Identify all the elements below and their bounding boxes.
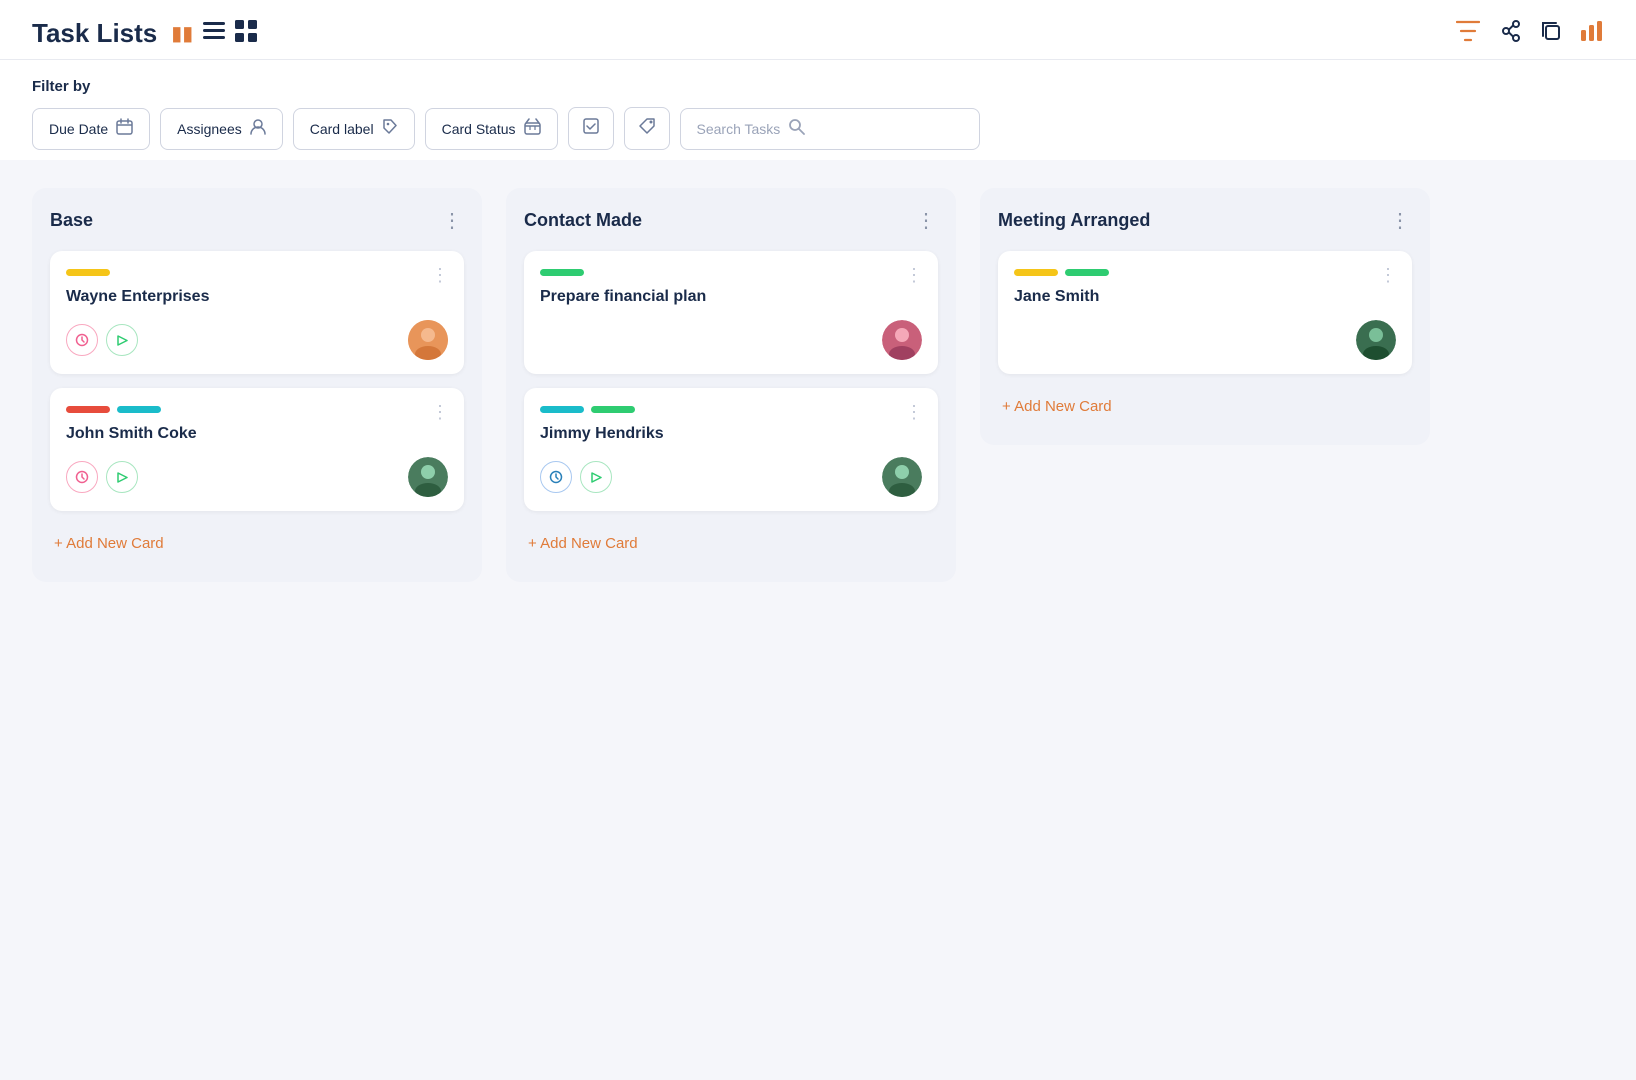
column-base-menu[interactable]: ⋮ [442,208,464,233]
card-status-filter[interactable]: Card Status [425,108,558,150]
card-financial-footer [540,320,922,360]
tag-green3 [1065,269,1109,276]
column-contact-made-title: Contact Made [524,210,642,231]
card-wayne: ⋮ Wayne Enterprises [50,251,464,374]
card-financial: ⋮ Prepare financial plan [524,251,938,374]
card-financial-menu[interactable]: ⋮ [905,265,924,286]
board-view-icon[interactable]: ▮▮ [171,21,193,46]
card-jimmy-actions [540,461,612,493]
column-base-title: Base [50,210,93,231]
column-meeting-arranged-title: Meeting Arranged [998,210,1150,231]
card-jimmy-clock-btn[interactable] [540,461,572,493]
grid-view-icon[interactable] [235,20,257,48]
card-label-filter[interactable]: Card label [293,108,415,150]
calendar-icon [116,118,133,140]
card-financial-title: Prepare financial plan [540,288,922,306]
tag-cyan [117,406,161,413]
card-status-label: Card Status [442,121,516,137]
filter-icon[interactable] [1456,20,1480,48]
card-jane-tags [1014,269,1396,276]
card-wayne-play-btn[interactable] [106,324,138,356]
due-date-label: Due Date [49,121,108,137]
tag-filter[interactable] [624,107,670,150]
card-jimmy-footer [540,457,922,497]
header-view-icons: ▮▮ [171,20,257,48]
card-john-clock-btn[interactable] [66,461,98,493]
tag-yellow [66,269,110,276]
card-john-footer [66,457,448,497]
due-date-filter[interactable]: Due Date [32,108,150,150]
board: Base ⋮ ⋮ Wayne Enterprises [0,160,1636,610]
column-contact-made: Contact Made ⋮ ⋮ Prepare financial plan [506,188,956,582]
card-john-menu[interactable]: ⋮ [431,402,450,423]
card-john-play-btn[interactable] [106,461,138,493]
card-wayne-tags [66,269,448,276]
card-jane-avatar [1356,320,1396,360]
meeting-arranged-add-card-btn[interactable]: + Add New Card [998,388,1412,425]
card-jimmy-title: Jimmy Hendriks [540,425,922,443]
search-tasks-label: Search Tasks [697,121,781,137]
card-jane-title: Jane Smith [1014,288,1396,306]
column-contact-made-header: Contact Made ⋮ [524,208,938,233]
tag-green [540,269,584,276]
column-meeting-arranged-menu[interactable]: ⋮ [1390,208,1412,233]
card-john-avatar [408,457,448,497]
contact-made-add-card-btn[interactable]: + Add New Card [524,525,938,562]
box-icon [524,118,541,140]
card-wayne-title: Wayne Enterprises [66,288,448,306]
card-wayne-menu[interactable]: ⋮ [431,265,450,286]
card-jane-menu[interactable]: ⋮ [1379,265,1398,286]
check-icon [582,117,600,140]
header: Task Lists ▮▮ [0,0,1636,60]
copy-icon[interactable] [1540,20,1562,48]
column-base: Base ⋮ ⋮ Wayne Enterprises [32,188,482,582]
tag-yellow2 [1014,269,1058,276]
column-meeting-arranged: Meeting Arranged ⋮ ⋮ Jane Smith [980,188,1430,445]
filter-section: Filter by Due Date Assignees [0,60,1636,160]
base-add-card-btn[interactable]: + Add New Card [50,525,464,562]
search-icon [788,118,805,140]
card-label-label: Card label [310,121,374,137]
column-base-header: Base ⋮ [50,208,464,233]
page-title: Task Lists [32,18,157,49]
card-jane: ⋮ Jane Smith [998,251,1412,374]
person-icon [250,118,266,140]
filter-label: Filter by [32,78,1604,95]
card-wayne-footer [66,320,448,360]
label-icon [382,118,398,140]
filter-bar: Due Date Assignees Card labe [32,107,1604,150]
assignees-label: Assignees [177,121,242,137]
card-jimmy-play-btn[interactable] [580,461,612,493]
list-view-icon[interactable] [203,22,225,45]
card-john-actions [66,461,138,493]
header-left: Task Lists ▮▮ [32,18,257,49]
assignees-filter[interactable]: Assignees [160,108,283,150]
share-icon[interactable] [1498,19,1522,49]
card-john-title: John Smith Coke [66,425,448,443]
card-jane-footer [1014,320,1396,360]
card-wayne-clock-btn[interactable] [66,324,98,356]
card-jimmy-tags [540,406,922,413]
tag-green2 [591,406,635,413]
header-right [1456,19,1604,49]
column-meeting-arranged-header: Meeting Arranged ⋮ [998,208,1412,233]
card-wayne-avatar [408,320,448,360]
card-financial-tags [540,269,922,276]
card-jimmy-menu[interactable]: ⋮ [905,402,924,423]
tag-red [66,406,110,413]
check-filter[interactable] [568,107,614,150]
card-john: ⋮ John Smith Coke [50,388,464,511]
tag-cyan2 [540,406,584,413]
chart-icon[interactable] [1580,20,1604,48]
card-financial-avatar [882,320,922,360]
card-john-tags [66,406,448,413]
column-contact-made-menu[interactable]: ⋮ [916,208,938,233]
search-tasks-filter[interactable]: Search Tasks [680,108,980,150]
card-wayne-actions [66,324,138,356]
tag-icon [638,117,656,140]
card-jimmy-avatar [882,457,922,497]
card-jimmy: ⋮ Jimmy Hendriks [524,388,938,511]
